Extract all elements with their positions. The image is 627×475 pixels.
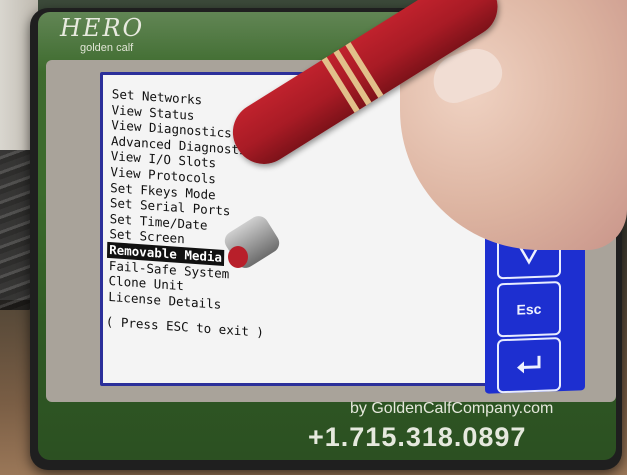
brand-logo: HERO	[60, 14, 145, 42]
phone-number: +1.715.318.0897	[308, 422, 527, 452]
enter-return-icon	[517, 355, 541, 374]
esc-key-label: Esc	[516, 300, 542, 318]
stylus-rubber-tip	[228, 246, 248, 268]
enter-key[interactable]	[497, 337, 561, 394]
website-text: by GoldenCalfCompany.com	[350, 400, 554, 417]
esc-key[interactable]: Esc	[497, 281, 561, 338]
brand-subtitle: golden calf	[80, 42, 134, 54]
